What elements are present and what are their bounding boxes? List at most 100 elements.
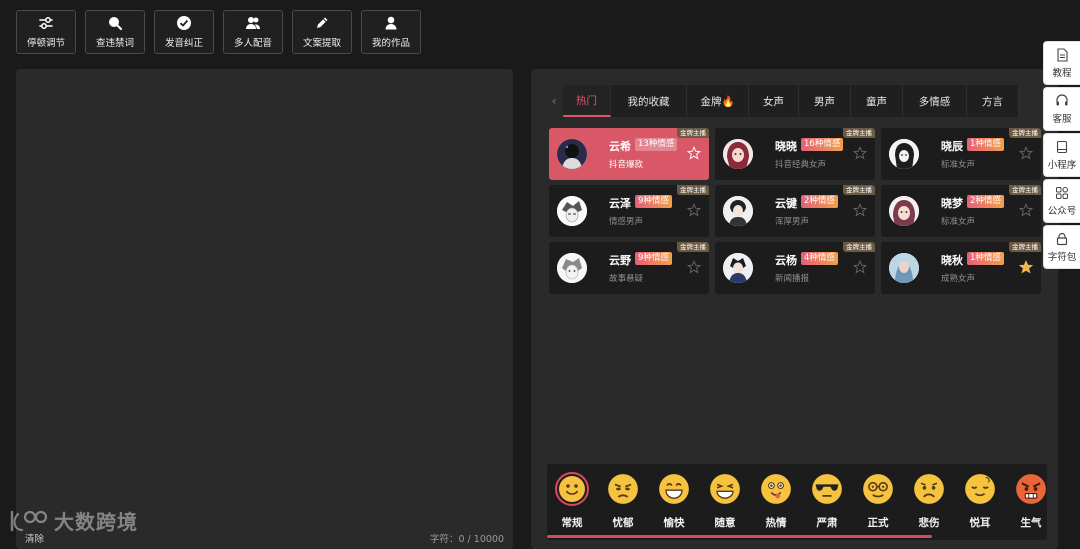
avatar <box>557 139 587 169</box>
emotion-count-badge: 13种情感 <box>635 138 678 151</box>
avatar <box>723 139 753 169</box>
dock-mini-program[interactable]: 小程序 <box>1043 133 1080 177</box>
tab-favorites[interactable]: 我的收藏 <box>611 85 687 117</box>
voice-name: 晓秋 <box>941 254 963 267</box>
dock-char-pack[interactable]: 字符包 <box>1043 225 1080 269</box>
emotion-serious[interactable]: 严肃 <box>808 472 846 530</box>
voice-desc: 浑厚男声 <box>775 217 810 227</box>
favorite-star-icon[interactable] <box>853 146 867 160</box>
pause-adjust-button[interactable]: 停顿调节 <box>16 10 76 54</box>
voice-name: 晓辰 <box>941 140 963 153</box>
lock-icon <box>1056 232 1068 245</box>
favorite-star-icon[interactable] <box>853 260 867 274</box>
side-dock: 教程 客服 小程序 公众号 字符包 <box>1043 41 1080 271</box>
dock-support-label: 客服 <box>1052 113 1072 125</box>
favorite-star-icon[interactable] <box>1019 203 1033 217</box>
grid-icon <box>1056 186 1068 199</box>
text-extract-button[interactable]: 文案提取 <box>292 10 352 54</box>
voice-desc: 抖音经典女声 <box>775 160 827 170</box>
watermark-logo-icon <box>10 510 48 531</box>
tab-female[interactable]: 女声 <box>749 85 799 117</box>
tab-male[interactable]: 男声 <box>799 85 851 117</box>
check-banned-words-button[interactable]: 查违禁词 <box>85 10 145 54</box>
tab-dialect[interactable]: 方言 <box>967 85 1019 117</box>
watermark-text: 大数跨境 <box>54 510 138 534</box>
dock-tutorial[interactable]: 教程 <box>1043 41 1080 85</box>
pencil-icon <box>317 17 328 28</box>
emotion-melancholy[interactable]: 忧郁 <box>604 472 642 530</box>
voice-card[interactable]: 云杨 4种情感 新闻播报 金牌主播 <box>715 242 875 294</box>
voice-name: 云杨 <box>775 254 797 267</box>
gold-anchor-tag: 金牌主播 <box>843 242 875 252</box>
emotion-selector: 常规 忧郁 愉快 随意 热情 严肃 正式 悲伤 悦耳 生气 <box>547 464 1047 540</box>
search-icon <box>109 17 123 31</box>
avatar <box>889 196 919 226</box>
avatar <box>723 253 753 283</box>
headset-icon <box>1056 93 1068 105</box>
voice-tabs-row: ‹ 热门 我的收藏 金牌🔥 女声 男声 童声 多情感 方言 <box>545 85 1019 117</box>
voice-card[interactable]: 云键 2种情感 浑厚男声 金牌主播 <box>715 185 875 237</box>
multi-voice-label: 多人配音 <box>233 38 272 49</box>
emotion-casual[interactable]: 随意 <box>706 472 744 530</box>
emotion-pleasant[interactable]: 悦耳 <box>961 472 999 530</box>
dock-support[interactable]: 客服 <box>1043 87 1080 131</box>
voice-card[interactable]: 晓辰 1种情感 标准女声 金牌主播 <box>881 128 1041 180</box>
content-face-icon <box>965 474 995 504</box>
emotion-sad[interactable]: 悲伤 <box>910 472 948 530</box>
emotion-count-badge: 4种情感 <box>801 252 838 265</box>
voice-desc: 故事悬疑 <box>609 274 644 284</box>
check-banned-words-label: 查违禁词 <box>95 38 134 49</box>
emotion-count-badge: 9种情感 <box>635 195 672 208</box>
emotion-label: 悲伤 <box>918 517 940 529</box>
dock-char-pack-label: 字符包 <box>1047 251 1077 263</box>
voice-desc: 情感男声 <box>609 217 644 227</box>
pronunciation-fix-button[interactable]: 发音纠正 <box>154 10 214 54</box>
voice-card[interactable]: 晓秋 1种情感 成熟女声 金牌主播 <box>881 242 1041 294</box>
text-extract-label: 文案提取 <box>302 38 341 49</box>
pronunciation-fix-label: 发音纠正 <box>164 38 203 49</box>
favorite-star-icon[interactable] <box>687 260 701 274</box>
favorite-star-icon[interactable] <box>1019 260 1033 274</box>
emotion-normal[interactable]: 常规 <box>553 472 591 530</box>
voice-card[interactable]: 云泽 9种情感 情感男声 金牌主播 <box>549 185 709 237</box>
tab-gold[interactable]: 金牌🔥 <box>687 85 749 117</box>
user-icon <box>385 16 397 30</box>
voice-card[interactable]: 晓晓 16种情感 抖音经典女声 金牌主播 <box>715 128 875 180</box>
watermark: 大数跨境 <box>8 506 138 535</box>
mini-program-icon <box>1056 140 1068 153</box>
tab-child[interactable]: 童声 <box>851 85 903 117</box>
text-editor[interactable]: 清除 字符：0 / 10000 <box>16 69 513 549</box>
multi-voice-button[interactable]: 多人配音 <box>223 10 283 54</box>
dock-official-account[interactable]: 公众号 <box>1043 179 1080 223</box>
gold-anchor-tag: 金牌主播 <box>677 128 709 138</box>
favorite-star-icon[interactable] <box>687 146 701 160</box>
emotion-count-badge: 16种情感 <box>801 138 844 151</box>
emotion-happy[interactable]: 愉快 <box>655 472 693 530</box>
voice-card[interactable]: 晓梦 2种情感 标准女声 金牌主播 <box>881 185 1041 237</box>
emotion-label: 正式 <box>867 517 889 529</box>
gold-anchor-tag: 金牌主播 <box>1009 185 1041 195</box>
emotion-angry[interactable]: 生气 <box>1012 472 1047 530</box>
emotion-label: 随意 <box>714 517 736 529</box>
favorite-star-icon[interactable] <box>1019 146 1033 160</box>
emotion-formal[interactable]: 正式 <box>859 472 897 530</box>
avatar <box>723 196 753 226</box>
voice-name: 云野 <box>609 254 631 267</box>
voice-card[interactable]: 云野 9种情感 故事悬疑 金牌主播 <box>549 242 709 294</box>
my-works-button[interactable]: 我的作品 <box>361 10 421 54</box>
tab-multi-emotion[interactable]: 多情感 <box>903 85 967 117</box>
voice-desc: 成熟女声 <box>941 274 976 284</box>
tab-hot[interactable]: 热门 <box>563 85 611 117</box>
emotion-label: 悦耳 <box>969 517 991 529</box>
emotion-label: 严肃 <box>816 517 838 529</box>
favorite-star-icon[interactable] <box>687 203 701 217</box>
avatar <box>889 139 919 169</box>
voice-card[interactable]: 云希 13种情感 抖音爆款 金牌主播 <box>549 128 709 180</box>
favorite-star-icon[interactable] <box>853 203 867 217</box>
emotion-enthusiastic[interactable]: 热情 <box>757 472 795 530</box>
emotion-scroll-thumb[interactable] <box>547 535 932 538</box>
emotion-count-badge: 1种情感 <box>967 138 1004 151</box>
tabs-prev-arrow-icon[interactable]: ‹ <box>545 94 563 108</box>
voice-desc: 标准女声 <box>941 217 976 227</box>
emotion-label: 常规 <box>561 517 583 529</box>
